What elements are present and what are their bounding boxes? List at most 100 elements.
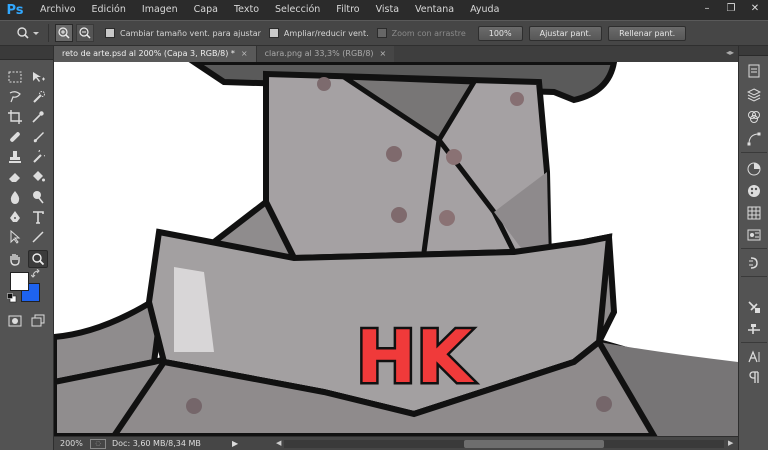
menu-capa[interactable]: Capa <box>186 0 226 20</box>
actions-panel-icon[interactable] <box>745 254 763 272</box>
screen-mode-tool[interactable] <box>28 312 48 330</box>
line-tool[interactable] <box>28 228 48 246</box>
horizontal-scrollbar[interactable] <box>284 440 724 448</box>
scroll-right-arrow-icon[interactable]: ▶ <box>728 439 733 447</box>
tab-close-icon[interactable]: × <box>380 46 387 62</box>
eyedropper-icon <box>32 111 44 123</box>
lasso-icon <box>9 91 21 103</box>
blur-tool[interactable] <box>5 188 25 206</box>
menu-seleccion[interactable]: Selección <box>267 0 328 20</box>
adjustments-panel-icon[interactable] <box>745 226 763 244</box>
menu-ayuda[interactable]: Ayuda <box>462 0 507 20</box>
scrubby-zoom-checkbox[interactable] <box>376 28 387 38</box>
document-canvas[interactable]: HK <box>54 62 738 436</box>
badge-text: HK <box>356 315 474 399</box>
menu-archivo[interactable]: Archivo <box>32 0 84 20</box>
healing-brush-tool[interactable] <box>5 128 25 146</box>
tab-clara[interactable]: clara.png al 33,3% (RGB/8) × <box>255 46 395 62</box>
zoom-icon <box>17 27 39 39</box>
path-selection-icon <box>10 230 21 244</box>
window-controls: – ❐ ✕ <box>698 2 764 16</box>
menu-filtro[interactable]: Filtro <box>328 0 367 20</box>
right-panel-dock <box>738 46 768 450</box>
history-brush-tool[interactable] <box>28 148 48 166</box>
photoshop-logo-icon[interactable]: Ps <box>4 1 26 19</box>
tab-label: reto de arte.psd al 200% (Capa 3, RGB/8)… <box>62 49 235 58</box>
zoom-out-button[interactable] <box>76 24 94 42</box>
quick-mask-tool[interactable] <box>5 312 25 330</box>
panel-separator <box>741 152 767 153</box>
menu-texto[interactable]: Texto <box>226 0 267 20</box>
tab-reto-de-arte[interactable]: reto de arte.psd al 200% (Capa 3, RGB/8)… <box>54 46 256 62</box>
crop-icon <box>8 110 22 124</box>
zoom-in-button[interactable] <box>55 24 73 42</box>
pen-icon <box>10 211 20 222</box>
scroll-left-arrow-icon[interactable]: ◀ <box>276 439 281 447</box>
menu-ventana[interactable]: Ventana <box>407 0 462 20</box>
eraser-tool[interactable] <box>5 168 25 186</box>
document-status-icon[interactable]: ◌ <box>90 438 106 449</box>
lasso-tool[interactable] <box>5 88 25 106</box>
paths-panel-icon[interactable] <box>745 130 763 148</box>
zoom-level-field[interactable]: 200% <box>54 438 84 450</box>
pen-tool[interactable] <box>5 208 25 226</box>
brush-tool[interactable] <box>28 128 48 146</box>
dodge-tool[interactable] <box>28 188 48 206</box>
move-tool[interactable] <box>28 68 48 86</box>
move-icon <box>33 72 45 82</box>
eyedropper-tool[interactable] <box>28 108 48 126</box>
horizontal-scroll-thumb[interactable] <box>464 440 604 448</box>
brush-icon <box>33 132 44 143</box>
swatches-panel-icon[interactable] <box>745 182 763 200</box>
paragraph-panel-icon[interactable] <box>745 368 763 386</box>
path-selection-tool[interactable] <box>5 228 25 246</box>
panel-separator <box>741 248 767 249</box>
scrubby-zoom-label: Zoom con arrastre <box>391 28 466 38</box>
tool-presets-panel-icon[interactable] <box>745 298 763 316</box>
zoom-tool[interactable] <box>28 250 48 268</box>
resize-windows-checkbox[interactable] <box>105 28 115 38</box>
restore-button[interactable]: ❐ <box>722 2 740 16</box>
fit-screen-button[interactable]: Ajustar pant. <box>528 25 603 41</box>
artwork-illustration: HK <box>54 62 738 436</box>
quick-mask-icon <box>8 315 22 327</box>
brush-presets-panel-icon[interactable] <box>745 320 763 338</box>
zoom-out-icon <box>79 27 91 39</box>
screen-mode-icon <box>31 314 45 327</box>
history-panel-icon[interactable] <box>745 62 763 80</box>
quick-selection-tool[interactable] <box>28 88 48 106</box>
type-tool[interactable] <box>28 208 48 226</box>
color-panel-icon[interactable] <box>745 160 763 178</box>
menu-bar: Ps Archivo Edición Imagen Capa Texto Sel… <box>0 0 768 20</box>
paint-bucket-tool[interactable] <box>28 168 48 186</box>
line-icon <box>32 231 44 243</box>
menu-vista[interactable]: Vista <box>368 0 407 20</box>
zoom-tool-icon <box>32 253 45 266</box>
status-menu-arrow[interactable]: ▶ <box>232 439 252 448</box>
zoom-100-button[interactable]: 100% <box>477 25 523 41</box>
default-colors-icon[interactable] <box>6 292 18 304</box>
character-panel-icon[interactable] <box>745 348 763 366</box>
stamp-icon <box>9 151 21 163</box>
crop-tool[interactable] <box>5 108 25 126</box>
menu-edicion[interactable]: Edición <box>84 0 134 20</box>
minimize-button[interactable]: – <box>698 2 716 16</box>
marquee-tool[interactable] <box>5 68 25 86</box>
layers-panel-icon[interactable] <box>745 86 763 104</box>
zoom-all-windows-checkbox[interactable] <box>268 28 279 38</box>
channels-panel-icon[interactable] <box>745 108 763 126</box>
swap-colors-icon[interactable] <box>30 268 42 280</box>
zoom-tool-preset-picker[interactable] <box>14 23 42 43</box>
fill-screen-button[interactable]: Rellenar pant. <box>608 25 687 41</box>
styles-panel-icon[interactable] <box>745 204 763 222</box>
foreground-color-swatch[interactable] <box>10 272 29 291</box>
tools-panel-header[interactable] <box>0 46 53 60</box>
tab-close-icon[interactable]: × <box>241 46 248 62</box>
menu-imagen[interactable]: Imagen <box>134 0 186 20</box>
options-separator <box>48 24 49 42</box>
close-button[interactable]: ✕ <box>746 2 764 16</box>
right-panel-header[interactable] <box>739 46 768 56</box>
panel-collapse-icon[interactable]: ◂▸ <box>726 48 734 57</box>
clone-stamp-tool[interactable] <box>5 148 25 166</box>
hand-tool[interactable] <box>5 250 25 268</box>
